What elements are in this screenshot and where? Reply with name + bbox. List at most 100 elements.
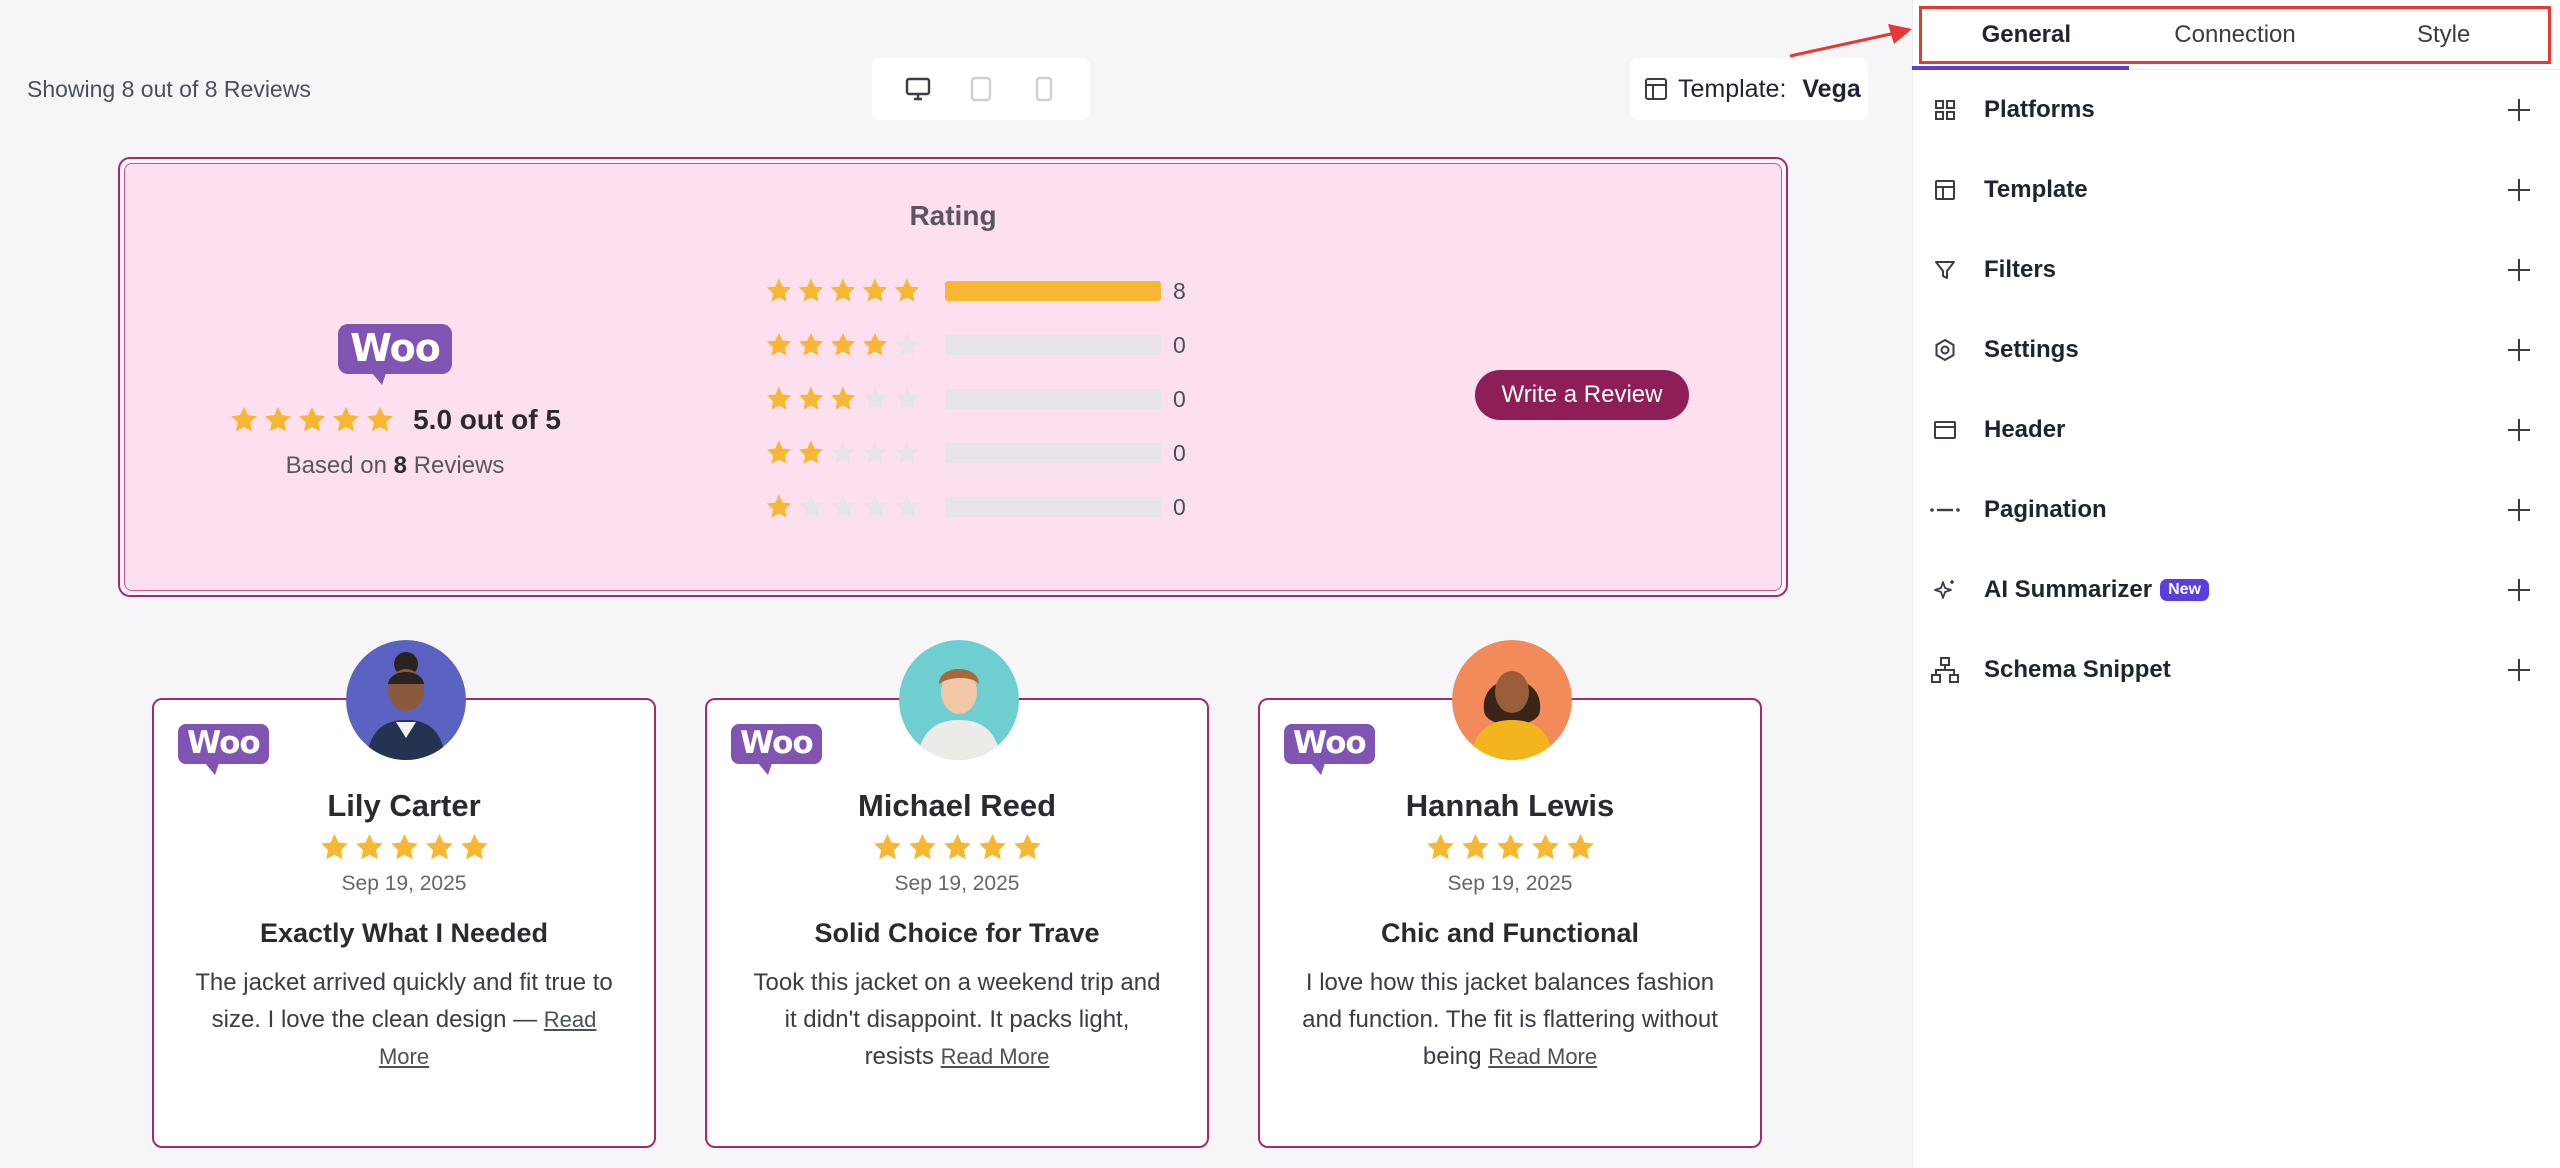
star-filled-icon [355,833,383,860]
star-filled-icon [830,386,856,410]
mobile-view-button[interactable] [1024,69,1064,109]
section-pagination[interactable]: Pagination [1912,470,2560,550]
write-review-button[interactable]: Write a Review [1475,370,1689,420]
rating-bar-count: 0 [1173,439,1186,466]
reviewer-name: Hannah Lewis [1405,788,1615,823]
tablet-view-button[interactable] [961,69,1001,109]
star-filled-icon [862,332,888,356]
star-empty-icon [862,440,888,464]
rating-bar-row: 0 [765,480,1203,534]
rating-title: Rating [909,200,997,231]
section-platforms[interactable]: Platforms [1912,70,2560,150]
star-filled-icon [265,406,291,432]
star-empty-icon [862,494,888,518]
section-label: Platforms [1984,96,2095,123]
plus-icon [2508,419,2530,441]
bar-stars [765,385,921,413]
based-suffix: Reviews [413,452,505,479]
review-card: Woo Lily Carter Sep 19, 2025 Exactly Wha… [152,640,656,1148]
star-filled-icon [1426,833,1454,860]
star-filled-icon [460,833,488,860]
star-filled-icon [798,278,824,302]
section-schema-snippet[interactable]: Schema Snippet [1912,630,2560,710]
sitemap-icon [1930,655,1960,685]
rating-bar-count: 0 [1173,331,1186,358]
preview-area: Showing 8 out of 8 Reviews Template: Veg… [0,0,1912,1168]
plus-icon [2508,339,2530,361]
star-empty-icon [830,440,856,464]
tab-style[interactable]: Style [2339,9,2548,61]
bar-stars [765,493,921,521]
template-value: Vega [1802,74,1861,103]
review-count-text: Showing 8 out of 8 Reviews [27,76,311,102]
avatar [899,640,1019,760]
review-card: Woo Hannah Lewis Sep 19, 2025 Chic and F… [1258,640,1762,1148]
section-ai-summarizer[interactable]: AI Summarizer New [1912,550,2560,630]
star-empty-icon [862,386,888,410]
star-filled-icon [766,332,792,356]
star-filled-icon [1531,833,1559,860]
star-filled-icon [333,406,359,432]
based-count: 8 [393,452,408,479]
rating-bar-row: 0 [765,318,1203,372]
rating-bar-track [945,335,1161,355]
review-stars [707,832,1207,863]
rating-bar-track [945,281,1161,301]
star-filled-icon [978,833,1006,860]
gear-icon [1930,335,1960,365]
star-empty-icon [894,440,920,464]
based-prefix: Based on [285,452,387,479]
mobile-icon [1036,76,1053,102]
review-card: Woo Michael Reed Sep 19, 2025 Solid Choi… [705,640,1209,1148]
woo-logo: Woo [338,324,452,385]
review-body: Took this jacket on a weekend trip and i… [747,964,1167,1075]
section-header[interactable]: Header [1912,390,2560,470]
section-template[interactable]: Template [1912,150,2560,230]
star-filled-icon [766,386,792,410]
star-empty-icon [894,386,920,410]
rating-bar-track [945,443,1161,463]
review-stars [154,832,654,863]
star-empty-icon [894,494,920,518]
star-filled-icon [830,332,856,356]
star-filled-icon [367,406,393,432]
star-filled-icon [1461,833,1489,860]
reviewer-name: Lily Carter [327,788,481,823]
section-settings[interactable]: Settings [1912,310,2560,390]
rating-summary-box: Rating Woo 5.0 out of 5 Based on 8 Revie… [118,157,1788,597]
rating-bar-fill [945,281,1161,301]
read-more-link[interactable]: Read More [1488,1044,1597,1069]
new-badge: New [2160,579,2209,601]
rating-bar-row: 8 [765,264,1203,318]
star-filled-icon [830,278,856,302]
star-filled-icon [1496,833,1524,860]
avatar [346,640,466,760]
tab-connection[interactable]: Connection [2131,9,2340,61]
plus-icon [2508,179,2530,201]
overall-score: 5.0 out of 5 [413,404,561,435]
desktop-icon [905,77,930,101]
rating-distribution: 8 0 0 0 0 [765,264,1203,534]
rating-bar-row: 0 [765,426,1203,480]
layout-icon [1930,175,1960,205]
grid-icon [1930,95,1960,125]
star-filled-icon [766,440,792,464]
star-filled-icon [231,406,257,432]
section-filters[interactable]: Filters [1912,230,2560,310]
star-empty-icon [798,494,824,518]
section-label: AI Summarizer [1984,576,2153,603]
panel-tabs: General Connection Style [1919,6,2551,64]
star-filled-icon [299,406,325,432]
star-filled-icon [862,278,888,302]
section-label: Settings [1984,336,2079,363]
section-label: Filters [1984,256,2057,283]
star-filled-icon [798,332,824,356]
header-icon [1930,415,1960,445]
read-more-link[interactable]: Read More [941,1044,1050,1069]
desktop-view-button[interactable] [898,69,938,109]
star-filled-icon [873,833,901,860]
tab-general[interactable]: General [1922,9,2131,61]
rating-bar-count: 0 [1173,493,1186,520]
template-selector[interactable]: Template: Vega [1630,58,1868,120]
star-filled-icon [320,833,348,860]
